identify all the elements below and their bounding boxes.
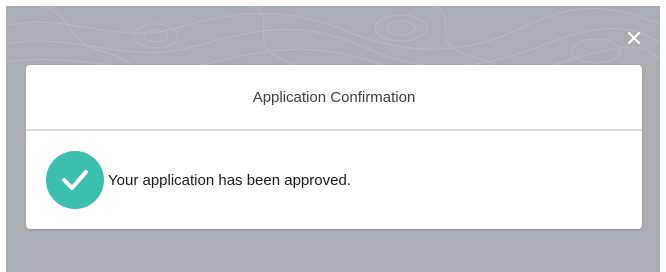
approval-message: Your application has been approved. — [108, 171, 351, 189]
modal-title: Application Confirmation — [252, 88, 416, 106]
modal-body: Your application has been approved. — [26, 131, 642, 229]
close-button[interactable] — [624, 30, 644, 50]
modal-header: Application Confirmation — [26, 65, 642, 131]
close-icon — [627, 31, 641, 50]
confirmation-modal: Application Confirmation Your applicatio… — [26, 65, 642, 229]
modal-backdrop: Application Confirmation Your applicatio… — [6, 6, 660, 272]
check-circle-icon — [46, 151, 104, 209]
